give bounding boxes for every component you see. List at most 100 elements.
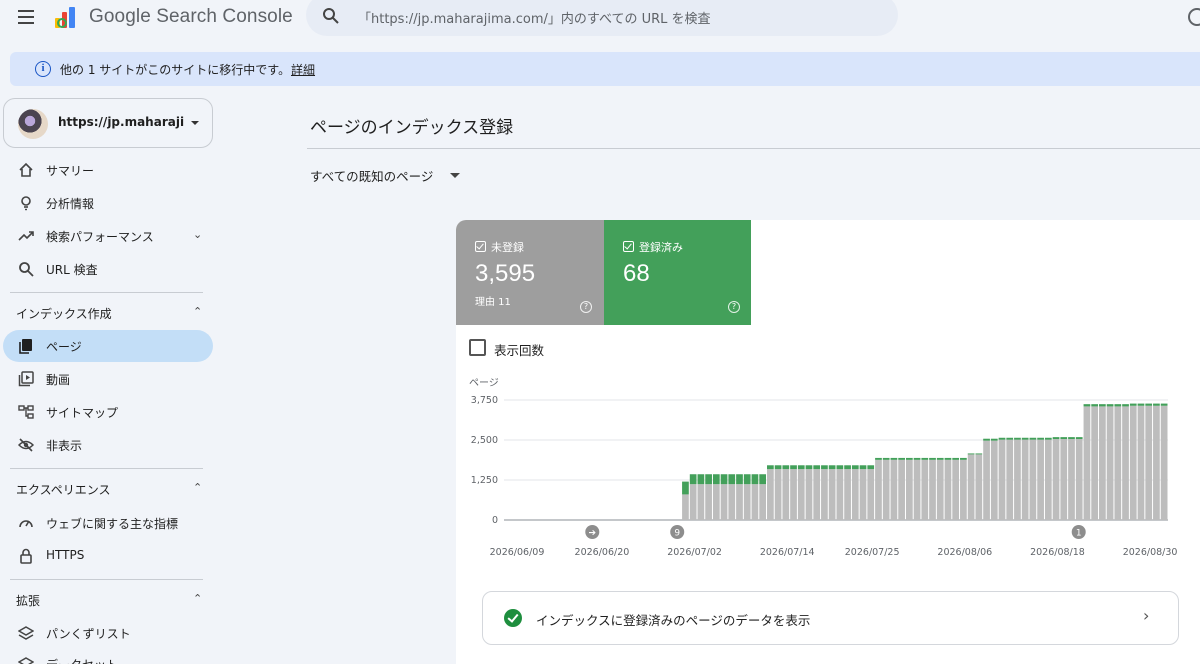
bar-not-indexed	[990, 440, 998, 520]
bar-not-indexed	[836, 469, 844, 520]
url-inspect-search[interactable]: 「https://jp.maharajima.com/」内のすべての URL を…	[306, 0, 898, 36]
bar-indexed	[782, 465, 790, 470]
help-icon[interactable]	[1188, 8, 1200, 26]
sidebar-item-insights[interactable]: 分析情報	[3, 187, 213, 219]
bar-indexed	[875, 457, 882, 460]
caret-down-icon	[191, 121, 199, 125]
divider	[307, 148, 1200, 149]
chevron-up-icon: ⌃	[193, 592, 203, 605]
bar-indexed	[1129, 403, 1137, 406]
layers-icon	[18, 626, 34, 640]
sidebar-item-summary[interactable]: サマリー	[3, 154, 213, 186]
bar-indexed	[705, 474, 712, 485]
sidebar-item-pages[interactable]: ページ	[3, 330, 213, 362]
bar-indexed	[998, 437, 1006, 440]
migration-banner: i 他の 1 サイトがこのサイトに移行中です。 詳細	[10, 52, 1200, 86]
bar-not-indexed	[1099, 406, 1106, 520]
x-tick-label: 2026/08/30	[1123, 547, 1178, 558]
bar-indexed	[1160, 403, 1168, 406]
divider	[10, 579, 203, 580]
bar-not-indexed	[720, 484, 728, 520]
bar-indexed	[921, 457, 929, 460]
bar-not-indexed	[1137, 405, 1145, 520]
bar-indexed	[1044, 437, 1052, 440]
bar-indexed	[1052, 437, 1060, 440]
bar-indexed	[859, 465, 867, 470]
bar-indexed	[952, 457, 960, 460]
sidebar-item-datasets[interactable]: データセット	[3, 648, 213, 664]
metric-indexed[interactable]: 登録済み 68 ?	[604, 220, 751, 325]
bar-not-indexed	[790, 469, 797, 520]
sidebar-item-sitemaps[interactable]: サイトマップ	[3, 396, 213, 428]
bar-not-indexed	[782, 469, 790, 520]
sidebar-item-label: 分析情報	[46, 197, 95, 211]
bar-indexed	[1114, 404, 1122, 407]
sidebar-item-label: ウェブに関する主な指標	[46, 517, 179, 531]
search-placeholder: 「https://jp.maharajima.com/」内のすべての URL を…	[358, 12, 711, 27]
bar-indexed	[844, 465, 851, 470]
section-experience[interactable]: エクスペリエンス ⌃	[3, 474, 213, 504]
help-icon[interactable]: ?	[728, 301, 740, 313]
annotation-label: 9	[674, 529, 680, 539]
bar-not-indexed	[751, 484, 759, 520]
bar-not-indexed	[1106, 406, 1114, 520]
bar-indexed	[697, 474, 705, 485]
metric-not-indexed[interactable]: 未登録 3,595 理由 11 ?	[456, 220, 604, 325]
bar-indexed	[1075, 437, 1083, 440]
sidebar-item-performance[interactable]: 検索パフォーマンス ⌄	[3, 220, 213, 252]
bar-indexed	[983, 438, 990, 441]
sidebar-item-video[interactable]: 動画	[3, 363, 213, 395]
bar-indexed	[929, 457, 936, 460]
banner-details-link[interactable]: 詳細	[291, 61, 315, 78]
metric-label: 登録済み	[639, 241, 683, 254]
bar-not-indexed	[1052, 439, 1060, 520]
bar-indexed	[689, 474, 697, 485]
chevron-right-icon: ›	[1143, 606, 1150, 625]
bar-not-indexed	[774, 469, 782, 520]
property-selector[interactable]: https://jp.maharajima.com/	[3, 98, 213, 148]
video-icon	[18, 371, 34, 387]
page-filter-dropdown[interactable]: すべての既知のページ	[310, 166, 460, 186]
bar-not-indexed	[1145, 405, 1153, 520]
bar-indexed	[1014, 437, 1021, 440]
bar-not-indexed	[1075, 439, 1083, 520]
sidebar-item-https[interactable]: HTTPS	[3, 540, 213, 572]
x-tick-label: 2026/08/18	[1030, 547, 1085, 558]
bar-indexed	[813, 465, 821, 470]
sidebar-item-url-inspection[interactable]: URL 検査	[3, 253, 213, 285]
menu-icon[interactable]	[16, 6, 38, 28]
index-chart: ページ 3,750 2,500 1,250 0 ➔ 9 1 2026/06/09 2026/06/…	[469, 378, 1178, 558]
sidebar-item-label: HTTPS	[46, 548, 85, 562]
section-enhancements[interactable]: 拡張 ⌃	[3, 585, 213, 615]
view-indexed-data-row[interactable]: インデックスに登録済みのページのデータを表示 ›	[482, 591, 1179, 645]
sidebar-item-label: パンくずリスト	[46, 627, 131, 641]
bar-not-indexed	[983, 440, 990, 520]
bar-indexed	[1145, 403, 1153, 406]
section-indexing[interactable]: インデックス作成 ⌃	[3, 298, 213, 328]
bar-indexed	[720, 474, 728, 485]
bar-not-indexed	[697, 484, 705, 520]
bar-indexed	[867, 465, 875, 470]
sitemap-icon	[18, 405, 34, 419]
caret-down-icon	[450, 173, 460, 178]
bar-indexed	[960, 457, 967, 460]
bar-indexed	[905, 457, 913, 460]
search-icon	[323, 8, 339, 24]
bar-not-indexed	[743, 484, 751, 520]
sidebar-item-breadcrumbs[interactable]: パンくずリスト	[3, 617, 213, 649]
help-icon[interactable]: ?	[580, 301, 592, 313]
impressions-checkbox[interactable]	[469, 339, 486, 356]
bar-indexed	[1029, 437, 1037, 440]
bar-not-indexed	[767, 469, 774, 520]
metric-value: 3,595	[475, 260, 536, 287]
bar-indexed	[1006, 437, 1014, 440]
bar-not-indexed	[759, 484, 767, 520]
bar-indexed	[1122, 404, 1129, 407]
bar-indexed	[1099, 404, 1106, 407]
bar-not-indexed	[875, 459, 882, 520]
checkbox-checked-icon	[475, 241, 486, 252]
lock-icon	[20, 548, 32, 564]
bar-indexed	[898, 457, 905, 460]
sidebar-item-core-web-vitals[interactable]: ウェブに関する主な指標	[3, 507, 213, 539]
sidebar-item-removals[interactable]: 非表示	[3, 429, 213, 461]
